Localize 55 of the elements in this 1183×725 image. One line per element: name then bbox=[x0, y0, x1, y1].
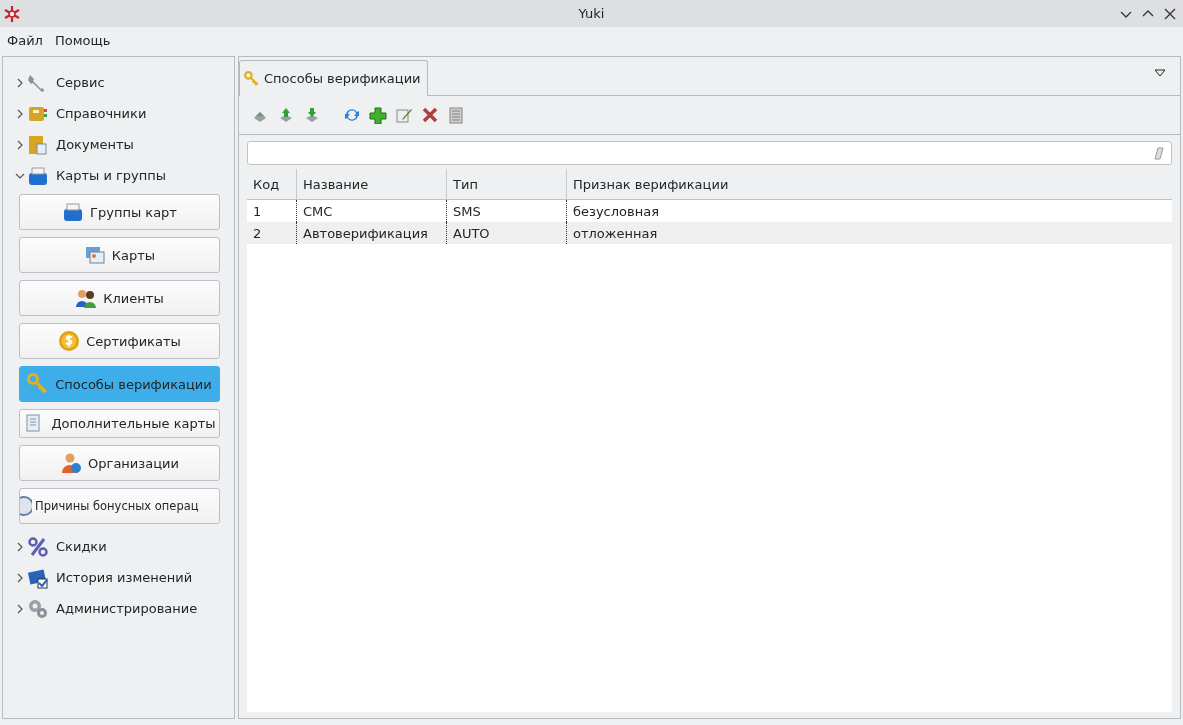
nav-button[interactable]: Причины бонусных операц bbox=[19, 488, 220, 524]
gears-icon bbox=[27, 597, 49, 620]
percent-icon bbox=[27, 535, 49, 558]
chevron-icon[interactable] bbox=[15, 603, 25, 614]
nav-button[interactable]: Группы карт bbox=[19, 194, 220, 230]
person-icon bbox=[60, 452, 83, 474]
group-label[interactable]: Администрирование bbox=[56, 601, 198, 616]
key-icon bbox=[27, 373, 50, 395]
column-header[interactable]: Признак верификации bbox=[567, 169, 1172, 199]
table-cell-text: отложенная bbox=[572, 224, 659, 243]
delete-icon[interactable] bbox=[421, 106, 439, 124]
group-label[interactable]: Карты и группы bbox=[56, 168, 167, 183]
refresh-icon[interactable] bbox=[343, 106, 361, 124]
snowflake-logo-icon bbox=[2, 3, 22, 24]
group-label[interactable]: Скидки bbox=[56, 539, 107, 554]
group-label[interactable]: Документы bbox=[56, 137, 134, 152]
filter-field[interactable] bbox=[247, 141, 1172, 165]
chevron-icon[interactable] bbox=[15, 541, 25, 552]
people-icon bbox=[75, 287, 98, 309]
folder-icon bbox=[27, 133, 49, 156]
table-cell-text: безусловная bbox=[572, 202, 660, 221]
coin-icon bbox=[58, 330, 81, 352]
nav-button[interactable]: Организации bbox=[19, 445, 220, 481]
chevron-icon[interactable] bbox=[15, 108, 25, 119]
key-icon bbox=[244, 70, 260, 87]
edit-icon[interactable] bbox=[395, 106, 413, 124]
close-icon[interactable] bbox=[1163, 6, 1177, 21]
nav-button[interactable]: Способы верификации bbox=[19, 366, 220, 402]
column-header[interactable]: Название bbox=[297, 169, 447, 199]
tab[interactable]: Способы верификации bbox=[239, 60, 428, 96]
table-cell: AUTO bbox=[447, 222, 567, 244]
dropdown-icon[interactable] bbox=[1154, 69, 1166, 77]
nav-button[interactable]: Дополнительные карты bbox=[19, 409, 220, 438]
nav-button[interactable]: Карты bbox=[19, 237, 220, 273]
group-label[interactable]: Справочники bbox=[56, 106, 147, 121]
nav-button[interactable]: Сертификаты bbox=[19, 323, 220, 359]
chevron-icon[interactable] bbox=[15, 139, 25, 150]
eraser-icon[interactable] bbox=[1153, 146, 1165, 160]
card-box-icon bbox=[62, 201, 85, 223]
window-title: Yuki bbox=[578, 6, 605, 21]
card-box-icon bbox=[27, 164, 49, 187]
id-card-icon bbox=[83, 244, 106, 266]
table-cell: Автоверификация bbox=[297, 222, 447, 244]
column-header[interactable]: Код bbox=[247, 169, 297, 199]
menu-item[interactable]: Помощь bbox=[50, 30, 115, 51]
table-cell: 2 bbox=[247, 222, 297, 244]
book-check-icon bbox=[27, 566, 49, 589]
column-header[interactable]: Тип bbox=[447, 169, 567, 199]
group-label[interactable]: История изменений bbox=[56, 570, 193, 585]
chevron-icon[interactable] bbox=[15, 77, 25, 88]
chevron-icon[interactable] bbox=[15, 572, 25, 583]
add-icon[interactable] bbox=[369, 106, 387, 124]
nav-button[interactable]: Клиенты bbox=[19, 280, 220, 316]
menu-item[interactable]: Файл bbox=[3, 30, 47, 51]
group-label[interactable]: Сервис bbox=[56, 75, 105, 90]
